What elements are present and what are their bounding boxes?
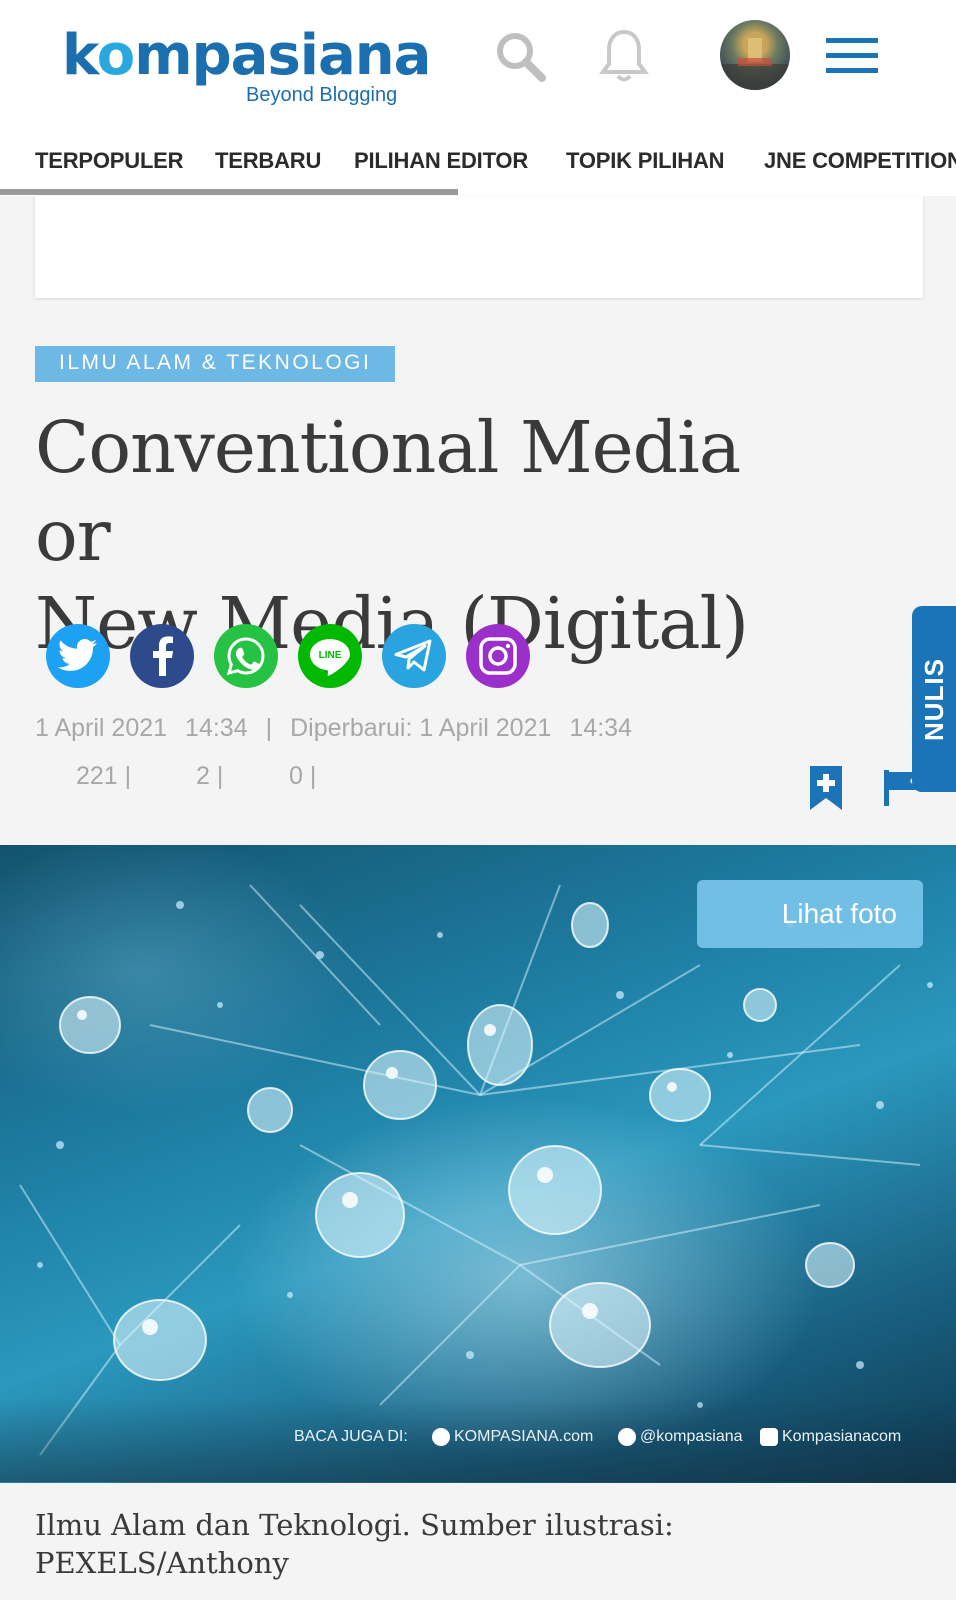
comments-count: 2 | <box>196 762 224 790</box>
logo-tagline: Beyond Blogging <box>246 84 398 106</box>
svg-text:LINE: LINE <box>319 650 342 661</box>
share-line-button[interactable]: LINE <box>298 624 362 688</box>
whatsapp-icon <box>226 637 265 676</box>
share-facebook-button[interactable] <box>130 624 194 688</box>
logo-wordmark: kompasiana <box>62 23 431 88</box>
instagram-icon <box>479 637 517 675</box>
article-meta: 1 April 2021 14:34 | Diperbarui: 1 April 20… <box>35 714 650 743</box>
nav-item-pilihan-editor[interactable]: PILIHAN EDITOR <box>354 148 528 174</box>
nulis-label: NULIS <box>918 657 949 741</box>
nav-item-terpopuler[interactable]: TERPOPULER <box>35 148 184 174</box>
share-instagram-button[interactable] <box>466 624 530 688</box>
category-nav: TERPOPULER TERBARU PILIHAN EDITOR TOPIK … <box>0 140 956 188</box>
bell-icon[interactable] <box>594 26 654 86</box>
nav-scroll-indicator <box>0 189 458 195</box>
views-count: 221 | <box>76 762 132 790</box>
bookmark-add-icon[interactable] <box>808 764 844 812</box>
updated-time: 14:34 <box>569 714 632 742</box>
telegram-icon <box>394 639 432 672</box>
share-whatsapp-button[interactable] <box>214 624 278 688</box>
category-badge[interactable]: ILMU ALAM & TEKNOLOGI <box>35 346 396 382</box>
twitter-icon <box>58 639 97 671</box>
updated-date: Diperbarui: 1 April 2021 <box>290 714 552 742</box>
nulis-button[interactable]: NULIS <box>912 606 956 792</box>
facebook-small-icon <box>432 1428 450 1446</box>
watermark-facebook: KOMPASIANA.com <box>432 1428 593 1446</box>
facebook-icon <box>153 636 173 676</box>
page: kompasiana Beyond Blogging TERPOPULER TE… <box>0 0 956 1600</box>
publish-time: 14:34 <box>185 714 248 742</box>
instagram-small-icon <box>760 1428 778 1446</box>
nav-item-topik-pilihan[interactable]: TOPIK PILIHAN <box>566 148 725 174</box>
nav-item-terbaru[interactable]: TERBARU <box>215 148 321 174</box>
share-telegram-button[interactable] <box>382 624 446 688</box>
watermark-twitter: @kompasiana <box>618 1428 743 1446</box>
article-title-line1: Conventional Media or <box>35 406 741 577</box>
image-caption: Ilmu Alam dan Teknologi. Sumber ilustras… <box>35 1508 674 1580</box>
ad-slot <box>35 196 923 298</box>
kompasiana-logo[interactable]: kompasiana Beyond Blogging <box>62 23 431 107</box>
hamburger-menu-icon[interactable] <box>822 26 882 86</box>
view-photo-button[interactable]: Lihat foto <box>697 880 923 948</box>
nav-item-jne-competition[interactable]: JNE COMPETITION <box>764 148 956 174</box>
search-icon[interactable] <box>490 26 550 86</box>
watermark-prefix: BACA JUGA DI: <box>294 1428 408 1445</box>
share-twitter-button[interactable] <box>46 624 110 688</box>
meta-separator: | <box>265 714 273 742</box>
user-avatar[interactable] <box>720 20 790 90</box>
watermark-instagram: Kompasianacom <box>760 1428 901 1446</box>
header: kompasiana Beyond Blogging TERPOPULER TE… <box>0 0 956 196</box>
line-icon: LINE <box>310 639 350 676</box>
twitter-small-icon <box>618 1428 636 1446</box>
publish-date: 1 April 2021 <box>35 714 168 742</box>
votes-count: 0 | <box>289 762 317 790</box>
